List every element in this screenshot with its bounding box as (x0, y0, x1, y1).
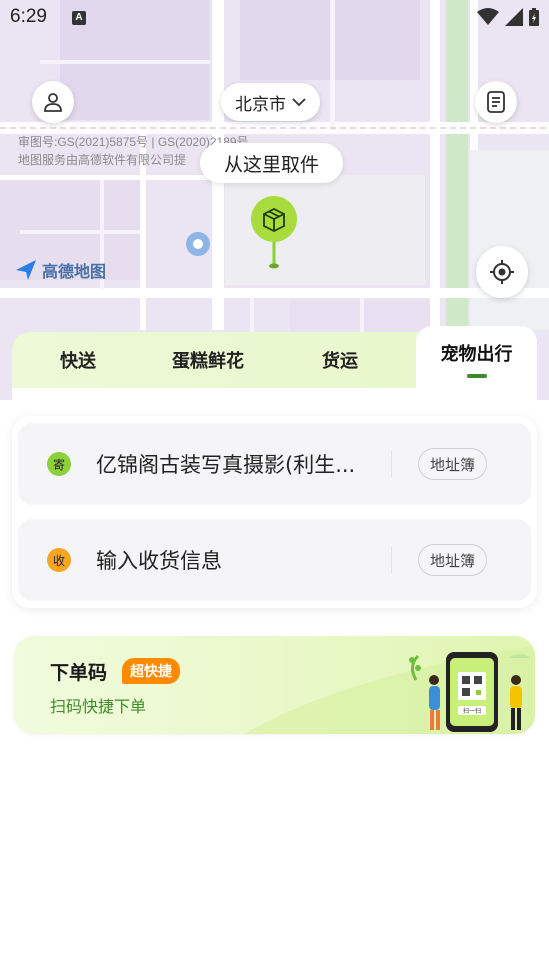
chevron-down-icon (292, 98, 306, 107)
scan-illustration: 扫一扫 (409, 652, 530, 732)
receiver-address-book-button[interactable]: 地址簿 (418, 544, 488, 576)
wifi-icon (477, 8, 499, 25)
profile-button[interactable] (32, 81, 74, 123)
orders-button[interactable] (475, 81, 517, 123)
receiver-address-row[interactable]: 收 输入收货信息 地址簿 (18, 519, 531, 601)
sender-address-text: 亿锦阁古装写真摄影(利生... (96, 453, 356, 477)
notification-a-icon: A (72, 11, 86, 25)
locate-button[interactable] (476, 246, 528, 298)
tab-pet-travel[interactable]: 宠物出行 (416, 326, 537, 392)
sender-address-book-button[interactable]: 地址簿 (418, 448, 488, 480)
address-card: 寄 亿锦阁古装写真摄影(利生... 地址簿 收 输入收货信息 地址簿 (12, 416, 537, 608)
user-icon (44, 93, 62, 112)
banner-badge: 超快捷 (122, 658, 180, 684)
tab-express[interactable]: 快送 (28, 332, 128, 388)
banner-subtitle: 扫码快捷下单 (50, 697, 147, 716)
scan-label: 扫一扫 (463, 707, 481, 715)
amap-logo-text: 高德地图 (42, 262, 107, 281)
amap-arrow-icon (16, 260, 36, 280)
tab-freight[interactable]: 货运 (290, 332, 390, 388)
city-label: 北京市 (235, 94, 286, 115)
divider (391, 451, 392, 477)
receiver-badge: 收 (47, 548, 71, 572)
sender-badge: 寄 (47, 452, 71, 476)
battery-icon (529, 8, 539, 26)
tab-cake-flowers[interactable]: 蛋糕鲜花 (158, 332, 258, 388)
status-icons (477, 8, 539, 26)
tab-active-indicator (466, 374, 487, 378)
pickup-bubble: 从这里取件 (200, 143, 344, 183)
sender-address-row[interactable]: 寄 亿锦阁古装写真摄影(利生... 地址簿 (18, 423, 531, 505)
banner-title: 下单码 (50, 662, 108, 684)
locate-icon (490, 260, 514, 284)
amap-logo: 高德地图 (14, 258, 106, 282)
receiver-address-input: 输入收货信息 (96, 549, 222, 573)
city-selector[interactable]: 北京市 (221, 83, 320, 121)
divider (391, 547, 392, 573)
tab-pet-travel-label: 宠物出行 (440, 344, 513, 365)
signal-icon (505, 8, 523, 26)
order-code-banner[interactable]: 下单码 超快捷 扫码快捷下单 扫一扫 (14, 636, 535, 734)
list-icon (487, 91, 505, 113)
status-time: 6:29 (10, 6, 47, 27)
status-bar: 6:29 A (0, 0, 549, 36)
